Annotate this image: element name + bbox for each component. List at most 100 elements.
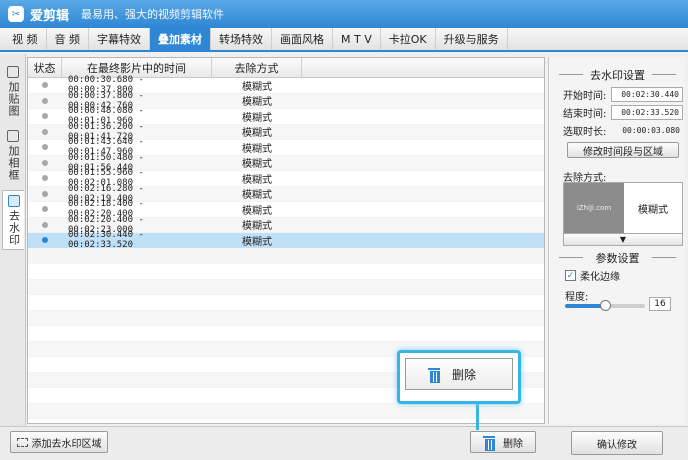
row-method-cell: 模糊式 bbox=[242, 128, 272, 140]
frame-icon bbox=[7, 130, 19, 142]
row-status-cell bbox=[28, 190, 62, 197]
status-dot-icon bbox=[42, 175, 48, 182]
row-status-cell bbox=[28, 144, 62, 151]
empty-table-row bbox=[28, 264, 544, 280]
row-status-cell bbox=[28, 206, 62, 213]
end-time-input[interactable]: 00:02:33.520 bbox=[611, 105, 683, 120]
header-method[interactable]: 去除方式 bbox=[212, 58, 302, 77]
soften-edge-label: 柔化边缘 bbox=[580, 272, 620, 283]
row-status-cell bbox=[28, 175, 62, 182]
params-section-title: 参数设置 bbox=[549, 250, 686, 266]
title-bar: ✂ 爱剪辑 最易用、强大的视频剪辑软件 bbox=[0, 0, 688, 28]
status-dot-icon bbox=[42, 206, 48, 213]
table-row[interactable]: 00:02:30.440 - 00:02:33.520 模糊式 bbox=[28, 230, 544, 251]
header-time[interactable]: 在最终影片中的时间 bbox=[62, 58, 212, 77]
method-selected-value: 模糊式 bbox=[638, 204, 668, 216]
sidebar-tab-frame[interactable]: 加相框 bbox=[2, 126, 24, 184]
sidebar-tab-sticker[interactable]: 加贴图 bbox=[2, 62, 24, 120]
method-dropdown-button[interactable]: ▼ bbox=[563, 234, 683, 246]
status-dot-icon bbox=[42, 190, 48, 197]
menu-tab[interactable]: 画面风格 bbox=[272, 28, 333, 50]
row-method-cell: 模糊式 bbox=[242, 236, 272, 248]
row-method-cell: 模糊式 bbox=[242, 97, 272, 109]
empty-table-row bbox=[28, 326, 544, 342]
menu-tab[interactable]: 卡拉OK bbox=[381, 28, 436, 50]
start-time-input[interactable]: 00:02:30.440 bbox=[611, 87, 683, 102]
duration-row: 选取时长: 00:00:03.080 bbox=[563, 123, 683, 138]
degree-slider-fill bbox=[565, 304, 605, 308]
sidebar-tab-label: 去水印 bbox=[7, 210, 21, 246]
watermark-icon bbox=[7, 195, 20, 207]
menu-tab[interactable]: M T V bbox=[333, 28, 381, 50]
row-status-cell bbox=[28, 128, 62, 135]
watermark-settings-panel: 去水印设置 开始时间: 00:02:30.440 结束时间: 00:02:33.… bbox=[548, 57, 685, 424]
empty-table-row bbox=[28, 403, 544, 419]
status-dot-icon bbox=[42, 237, 48, 244]
row-method-cell: 模糊式 bbox=[242, 221, 272, 233]
delete-button-label: 删除 bbox=[503, 438, 523, 450]
menu-tab[interactable]: 字幕特效 bbox=[89, 28, 150, 50]
add-watermark-region-button[interactable]: 添加去水印区域 bbox=[10, 431, 108, 453]
row-method-cell: 模糊式 bbox=[242, 205, 272, 217]
duration-value: 00:00:03.080 bbox=[622, 126, 680, 135]
status-dot-icon bbox=[42, 113, 48, 120]
end-time-row: 结束时间: 00:02:33.520 bbox=[563, 105, 683, 120]
app-slogan: 最易用、强大的视频剪辑软件 bbox=[81, 8, 225, 21]
settings-section-title: 去水印设置 bbox=[549, 67, 686, 83]
main-menu-bar: 视 频音 频字幕特效 叠加素材 转场特效 画面风格 M T V 卡拉OK 升级与服务 bbox=[0, 28, 688, 52]
bottom-toolbar: 添加去水印区域 删除 确认修改 bbox=[0, 426, 688, 460]
add-region-icon bbox=[16, 437, 28, 447]
callout-delete-label: 删除 bbox=[452, 367, 477, 382]
status-dot-icon bbox=[42, 82, 48, 89]
row-method-cell: 模糊式 bbox=[242, 112, 272, 124]
soften-edge-checkbox[interactable]: ✓ bbox=[565, 270, 576, 281]
degree-value-input[interactable]: 16 bbox=[649, 297, 671, 311]
empty-table-row bbox=[28, 310, 544, 326]
status-dot-icon bbox=[42, 97, 48, 104]
start-time-label: 开始时间: bbox=[563, 91, 607, 102]
empty-table-row bbox=[28, 248, 544, 264]
row-status-cell bbox=[28, 237, 62, 244]
remove-method-select[interactable]: iZhiJi.com 模糊式 bbox=[563, 182, 683, 234]
row-status-cell bbox=[28, 82, 62, 89]
row-method-cell: 模糊式 bbox=[242, 159, 272, 171]
row-method-cell: 模糊式 bbox=[242, 190, 272, 202]
degree-label: 程度: bbox=[565, 292, 589, 303]
row-method-cell: 模糊式 bbox=[242, 81, 272, 93]
degree-slider-knob[interactable] bbox=[600, 300, 611, 311]
row-status-cell bbox=[28, 97, 62, 104]
row-time-cell: 00:02:30.440 - 00:02:33.520 bbox=[68, 230, 144, 251]
callout-delete-button[interactable]: 删除 bbox=[405, 358, 513, 390]
confirm-modify-button[interactable]: 确认修改 bbox=[571, 431, 663, 455]
end-time-label: 结束时间: bbox=[563, 109, 607, 120]
left-sidebar: 加贴图 加相框 去水印 bbox=[0, 54, 26, 460]
row-status-cell bbox=[28, 221, 62, 228]
row-status-cell bbox=[28, 159, 62, 166]
status-dot-icon bbox=[42, 128, 48, 135]
header-status[interactable]: 状态 bbox=[28, 58, 62, 77]
callout-pointer-line bbox=[476, 404, 479, 430]
add-watermark-region-label: 添加去水印区域 bbox=[31, 438, 102, 450]
delete-button[interactable]: 删除 bbox=[470, 431, 536, 453]
sidebar-tab-label: 加相框 bbox=[7, 145, 20, 181]
status-dot-icon bbox=[42, 144, 48, 151]
menu-tab[interactable]: 升级与服务 bbox=[436, 28, 508, 50]
sidebar-tab-remove-watermark[interactable]: 去水印 bbox=[2, 190, 24, 250]
menu-tab[interactable]: 转场特效 bbox=[211, 28, 272, 50]
row-status-cell bbox=[28, 113, 62, 120]
app-title: 爱剪辑 bbox=[30, 8, 70, 24]
chevron-down-icon: ▼ bbox=[619, 235, 627, 244]
menu-tab[interactable]: 叠加素材 bbox=[150, 28, 211, 50]
degree-slider[interactable] bbox=[565, 300, 645, 311]
delete-callout-highlight: 删除 bbox=[397, 350, 521, 404]
modify-time-region-button[interactable]: 修改时间段与区域 bbox=[567, 142, 679, 158]
menu-tab[interactable]: 音 频 bbox=[47, 28, 89, 50]
soften-edge-row: ✓ 柔化边缘 bbox=[565, 268, 620, 283]
sticker-icon bbox=[7, 66, 19, 78]
method-thumbnail: iZhiJi.com bbox=[564, 183, 624, 233]
row-method-cell: 模糊式 bbox=[242, 143, 272, 155]
status-dot-icon bbox=[42, 221, 48, 228]
sidebar-tab-label: 加贴图 bbox=[7, 81, 20, 117]
trash-icon bbox=[428, 367, 440, 383]
menu-tab[interactable]: 视 频 bbox=[4, 28, 47, 50]
